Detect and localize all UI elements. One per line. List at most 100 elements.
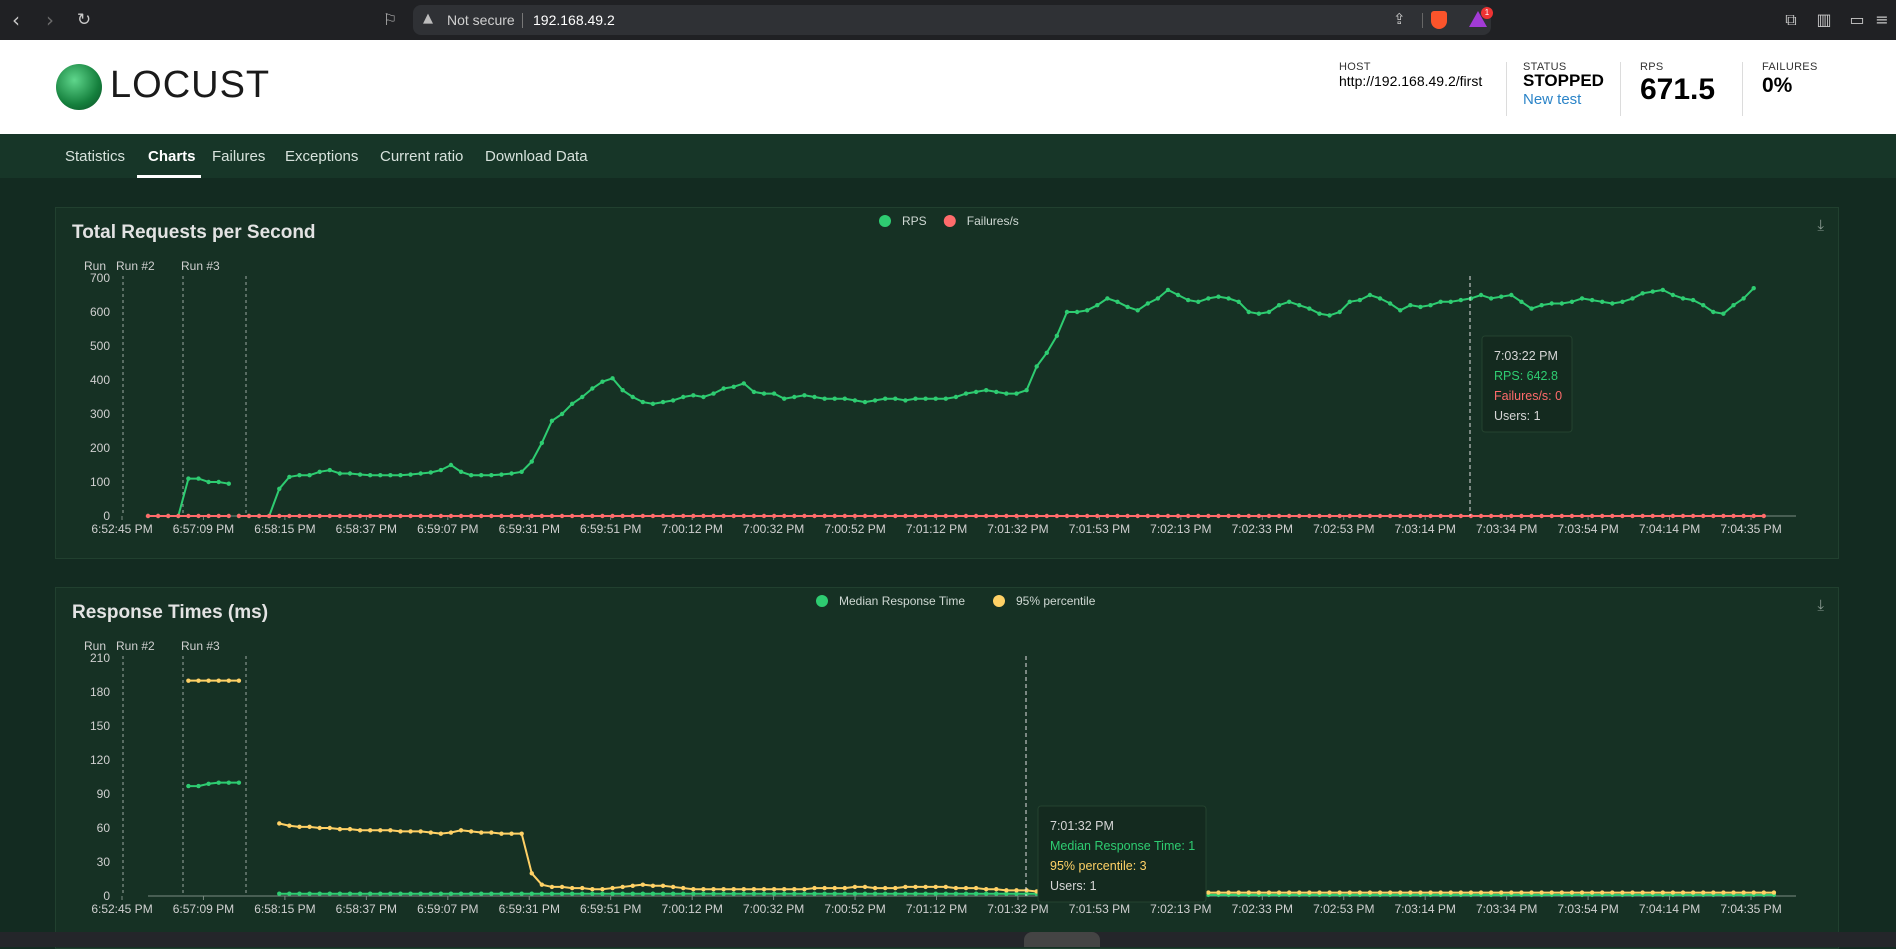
data-point <box>539 440 545 446</box>
data-point <box>1771 890 1777 895</box>
data-point <box>1438 890 1443 895</box>
data-point <box>943 891 949 896</box>
tab-failures[interactable]: Failures <box>212 148 265 165</box>
new-test-link[interactable]: New test <box>1523 91 1581 108</box>
data-point <box>1367 513 1373 519</box>
run-marker-label: Run #3 <box>181 639 220 653</box>
data-point <box>569 891 575 896</box>
data-point <box>1600 299 1605 304</box>
data-point <box>559 891 565 896</box>
address-bar[interactable]: ▲ Not secure 192.168.49.2 ⇪ 1 <box>413 5 1493 35</box>
wallet-icon[interactable]: ▭ <box>1845 8 1869 32</box>
data-point <box>721 887 726 892</box>
sidebar-icon[interactable]: ▥ <box>1812 8 1836 32</box>
data-point <box>408 891 413 896</box>
run-marker-label: Run <box>84 639 106 653</box>
tab-statistics[interactable]: Statistics <box>65 148 125 165</box>
data-point <box>509 513 514 519</box>
data-point <box>489 830 494 835</box>
legend-swatch <box>993 595 1005 607</box>
tooltip-line: Median Response Time: 1 <box>1050 839 1195 853</box>
back-icon[interactable]: ‹ <box>4 8 28 32</box>
data-point <box>1317 513 1322 519</box>
data-point <box>1569 890 1575 895</box>
data-point <box>802 513 807 519</box>
data-point <box>408 829 413 834</box>
data-point <box>1387 513 1393 519</box>
tab-exceptions[interactable]: Exceptions <box>285 148 358 165</box>
data-point <box>489 891 494 896</box>
data-point <box>1387 890 1393 895</box>
data-point <box>771 887 777 892</box>
security-label[interactable]: Not secure <box>447 12 515 28</box>
data-point <box>943 884 949 890</box>
data-point <box>347 826 353 832</box>
data-point <box>1751 890 1756 895</box>
data-point <box>994 887 999 892</box>
locust-logo-icon <box>56 64 102 110</box>
data-point <box>1529 890 1534 895</box>
tab-download-data[interactable]: Download Data <box>485 148 588 165</box>
rewards-badge: 1 <box>1481 7 1493 19</box>
data-point <box>549 891 555 896</box>
tab-current-ratio[interactable]: Current ratio <box>380 148 463 165</box>
url-text[interactable]: 192.168.49.2 <box>533 12 615 28</box>
data-point <box>539 513 545 519</box>
data-point <box>448 513 454 519</box>
data-point <box>287 513 292 519</box>
data-point <box>802 891 807 896</box>
x-tick-label: 7:04:35 PM <box>1720 902 1781 916</box>
data-point <box>923 513 928 519</box>
data-point <box>1519 513 1524 519</box>
data-point <box>236 780 242 785</box>
data-point <box>1741 890 1746 895</box>
legend-label: Median Response Time <box>839 594 965 608</box>
data-point <box>1670 890 1676 895</box>
data-point <box>1670 292 1676 298</box>
menu-icon[interactable]: ≡ <box>1870 8 1894 32</box>
data-point <box>378 513 383 519</box>
data-point <box>1721 513 1726 519</box>
data-point <box>832 396 837 401</box>
warning-icon[interactable]: ▲ <box>423 11 433 26</box>
data-point <box>1185 297 1191 303</box>
data-point <box>973 389 979 395</box>
data-point <box>1620 513 1625 519</box>
data-point <box>307 473 312 478</box>
data-point <box>206 781 211 786</box>
x-tick-label: 7:00:12 PM <box>661 522 722 536</box>
x-tick-label: 6:59:07 PM <box>417 902 478 916</box>
data-point <box>903 884 908 890</box>
bottom-taskbar <box>0 932 1896 947</box>
data-point <box>1660 513 1666 519</box>
data-point <box>1600 890 1605 895</box>
forward-icon[interactable]: › <box>38 8 62 32</box>
data-point <box>1690 513 1696 519</box>
extensions-icon[interactable]: ⧉ <box>1779 8 1803 32</box>
data-point <box>1236 299 1241 304</box>
data-point <box>307 891 312 896</box>
data-point <box>1670 513 1676 519</box>
bookmark-icon[interactable]: ⚐ <box>380 8 400 32</box>
data-point <box>893 891 898 896</box>
data-point <box>963 885 969 891</box>
data-point <box>519 891 524 896</box>
tab-charts[interactable]: Charts <box>148 148 196 165</box>
share-icon[interactable]: ⇪ <box>1393 10 1406 28</box>
data-point <box>771 391 777 396</box>
data-point <box>862 513 868 519</box>
y-tick-label: 60 <box>97 821 111 835</box>
series-line <box>188 781 239 788</box>
data-point <box>963 891 969 896</box>
data-point <box>569 401 575 406</box>
reload-icon[interactable]: ↻ <box>72 8 96 32</box>
brave-shield-icon[interactable] <box>1431 11 1447 29</box>
data-point <box>590 887 595 892</box>
x-tick-label: 6:59:31 PM <box>499 902 560 916</box>
data-point <box>1418 513 1423 519</box>
data-point <box>590 513 595 519</box>
data-point <box>761 887 767 892</box>
data-point <box>428 470 433 475</box>
taskbar-item[interactable] <box>1024 932 1100 947</box>
data-point <box>630 513 635 519</box>
